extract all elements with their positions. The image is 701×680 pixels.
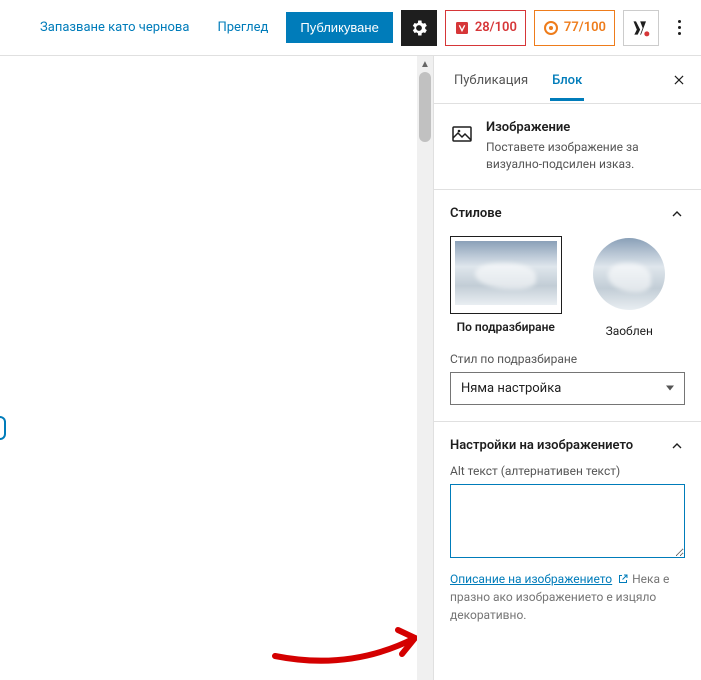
sidebar-tabs: Публикация Блок	[434, 56, 701, 104]
readability-score-icon	[543, 20, 559, 36]
block-title: Изображение	[486, 120, 685, 135]
seo-score-icon	[454, 20, 470, 36]
chevron-up-icon	[669, 438, 685, 454]
chevron-up-icon	[669, 206, 685, 222]
preview-link[interactable]: Преглед	[207, 14, 278, 41]
settings-button[interactable]	[401, 10, 437, 46]
image-settings-panel: Настройки на изображението Alt текст (ал…	[434, 422, 701, 640]
styles-panel: Стилове По подразбиране Заоблен	[434, 190, 701, 422]
image-settings-heading: Настройки на изображението	[450, 438, 633, 453]
publish-button[interactable]: Публикуване	[286, 12, 392, 43]
more-options-button[interactable]	[667, 10, 691, 46]
image-description-link[interactable]: Описание на изображението	[450, 572, 612, 586]
block-insertion-handle[interactable]	[0, 416, 6, 440]
scroll-up-arrow[interactable]: ▲	[417, 56, 433, 72]
default-style-label: Стил по подразбиране	[450, 352, 685, 366]
seo-score-value: 28/100	[475, 20, 517, 35]
save-draft-link[interactable]: Запазване като чернова	[30, 14, 199, 41]
default-style-select[interactable]: Няма настройка	[450, 372, 685, 405]
style-option-default[interactable]: По подразбиране	[450, 236, 562, 338]
block-description: Поставете изображение за визуално-подсил…	[486, 139, 685, 173]
style-preview-default	[450, 236, 562, 314]
scrollbar-thumb[interactable]	[419, 72, 431, 142]
close-sidebar-button[interactable]	[665, 66, 693, 94]
editor-canvas[interactable]	[0, 56, 417, 680]
settings-sidebar: Публикация Блок Изображение Поставете из…	[433, 56, 701, 680]
tab-block[interactable]: Блок	[540, 59, 594, 100]
close-icon	[672, 73, 686, 87]
image-settings-toggle[interactable]: Настройки на изображението	[450, 438, 685, 454]
annotation-arrow	[270, 616, 440, 676]
yoast-button[interactable]	[623, 10, 659, 46]
seo-score-badge[interactable]: 28/100	[445, 10, 526, 46]
readability-score-value: 77/100	[564, 20, 606, 35]
style-option-rounded[interactable]: Заоблен	[574, 236, 686, 338]
styles-panel-toggle[interactable]: Стилове	[450, 206, 685, 222]
style-label-default: По подразбиране	[450, 320, 562, 334]
tab-post[interactable]: Публикация	[442, 59, 540, 100]
gear-icon	[409, 18, 429, 38]
alt-text-label: Alt текст (алтернативен текст)	[450, 464, 685, 478]
style-preview-rounded	[574, 236, 686, 312]
block-info-panel: Изображение Поставете изображение за виз…	[434, 104, 701, 190]
yoast-icon	[631, 18, 651, 38]
alt-help-text: Описание на изображението Нека е празно …	[450, 570, 685, 624]
readability-score-badge[interactable]: 77/100	[534, 10, 615, 46]
alt-text-input[interactable]	[450, 484, 685, 558]
style-label-rounded: Заоблен	[574, 324, 686, 338]
canvas-scrollbar[interactable]: ▲	[417, 56, 433, 680]
styles-heading: Стилове	[450, 206, 502, 221]
external-link-icon	[617, 573, 629, 585]
image-block-icon	[450, 122, 474, 146]
editor-topbar: Запазване като чернова Преглед Публикува…	[0, 0, 701, 56]
